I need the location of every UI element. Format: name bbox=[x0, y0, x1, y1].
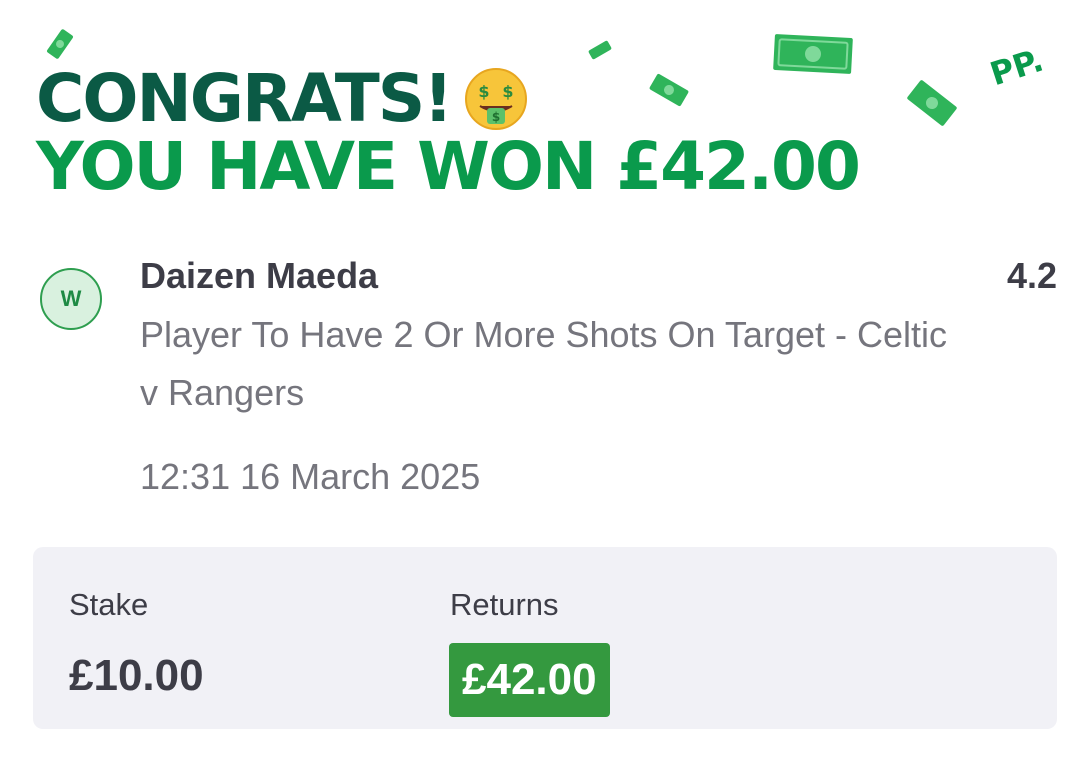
stake-label: Stake bbox=[69, 587, 149, 622]
bet-datetime: 12:31 16 March 2025 bbox=[140, 456, 481, 497]
bet-summary-panel: Stake £10.00 Returns £42.00 bbox=[33, 547, 1057, 729]
banknote-icon bbox=[773, 34, 853, 74]
brand-logo: PP. bbox=[985, 40, 1048, 94]
win-status-badge: W bbox=[40, 268, 102, 330]
returns-label: Returns bbox=[450, 587, 559, 622]
congrats-heading: CONGRATS! $ $ $ bbox=[36, 60, 529, 137]
win-amount-heading: YOU HAVE WON £42.00 bbox=[36, 128, 861, 205]
stake-value: £10.00 bbox=[69, 651, 204, 700]
svg-text:$: $ bbox=[479, 82, 490, 101]
banknote-icon bbox=[47, 29, 73, 59]
selection-name: Daizen Maeda bbox=[140, 255, 379, 296]
svg-text:$: $ bbox=[492, 110, 500, 124]
banknote-icon bbox=[907, 80, 957, 126]
svg-text:$: $ bbox=[503, 82, 514, 101]
odds-value: 4.2 bbox=[1006, 255, 1057, 296]
returns-value: £42.00 bbox=[449, 643, 610, 717]
bet-selection: Daizen Maeda Player To Have 2 Or More Sh… bbox=[140, 254, 990, 422]
congrats-text: CONGRATS! bbox=[36, 60, 453, 137]
banknote-icon bbox=[588, 40, 612, 60]
banknote-icon bbox=[649, 73, 689, 107]
market-description: Player To Have 2 Or More Shots On Target… bbox=[140, 314, 947, 413]
money-mouth-face-icon: $ $ $ bbox=[465, 67, 528, 130]
